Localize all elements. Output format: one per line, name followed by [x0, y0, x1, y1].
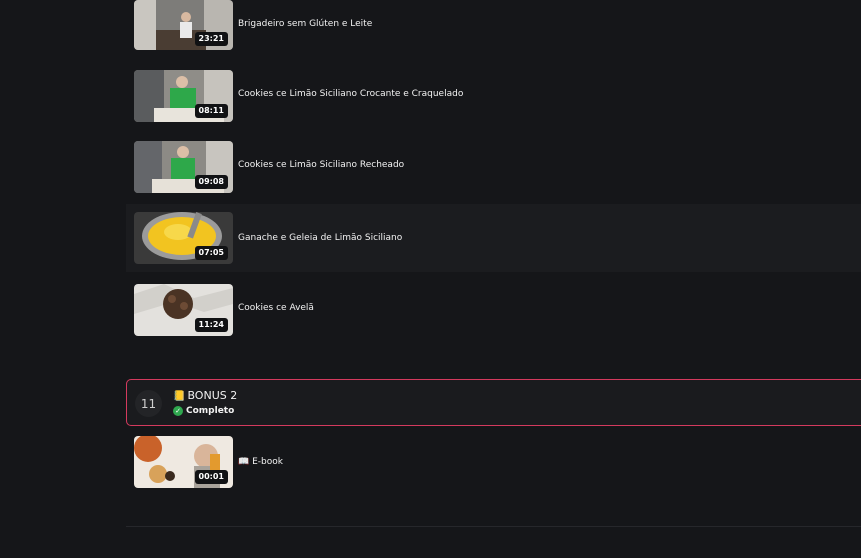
- duration-badge: 08:11: [194, 104, 228, 118]
- lesson-thumbnail[interactable]: 23:21: [134, 0, 233, 50]
- section-divider: [126, 526, 861, 527]
- module-status: ✓ Completo: [173, 406, 234, 416]
- lesson-title: Cookies ce Limão Siciliano Recheado: [238, 160, 405, 170]
- lesson-title: Cookies ce Limão Siciliano Crocante e Cr…: [238, 89, 464, 99]
- lesson-title: Cookies ce Avelã: [238, 303, 314, 313]
- book-icon: 📖: [238, 457, 250, 467]
- module-bonus-2[interactable]: 11 📒 BONUS 2 ✓ Completo: [126, 379, 861, 426]
- lesson-item[interactable]: 11:24 Cookies ce Avelã: [126, 284, 861, 352]
- module-number: 11: [135, 390, 162, 417]
- lesson-item[interactable]: 09:08 Cookies ce Limão Siciliano Rechead…: [126, 141, 861, 209]
- duration-badge: 11:24: [194, 318, 228, 332]
- notebook-icon: 📒: [173, 391, 186, 402]
- duration-badge: 09:08: [194, 175, 228, 189]
- lesson-thumbnail[interactable]: 11:24: [134, 284, 233, 336]
- lesson-thumbnail[interactable]: 07:05: [134, 212, 233, 264]
- module-status-text: Completo: [186, 406, 235, 416]
- lesson-thumbnail[interactable]: 08:11: [134, 70, 233, 122]
- lesson-title: 📖 E-book: [238, 457, 283, 467]
- lesson-thumbnail[interactable]: 09:08: [134, 141, 233, 193]
- duration-badge: 23:21: [194, 32, 228, 46]
- lesson-title: Ganache e Geleia de Limão Siciliano: [238, 233, 403, 243]
- check-circle-icon: ✓: [173, 406, 183, 416]
- duration-badge: 07:05: [194, 246, 228, 260]
- lesson-item[interactable]: 23:21 Brigadeiro sem Glúten e Leite: [126, 0, 861, 68]
- lesson-title: Brigadeiro sem Glúten e Leite: [238, 19, 373, 29]
- duration-badge: 00:01: [194, 470, 228, 484]
- lesson-thumbnail[interactable]: 00:01: [134, 436, 233, 488]
- lesson-title-text: E-book: [252, 457, 283, 467]
- module-title-text: BONUS 2: [187, 389, 238, 402]
- module-title: 📒 BONUS 2: [173, 389, 237, 402]
- lesson-item[interactable]: 00:01 📖 E-book: [126, 436, 861, 504]
- lesson-item-active[interactable]: 07:05 Ganache e Geleia de Limão Sicilian…: [126, 204, 861, 272]
- lesson-item[interactable]: 08:11 Cookies ce Limão Siciliano Crocant…: [126, 70, 861, 138]
